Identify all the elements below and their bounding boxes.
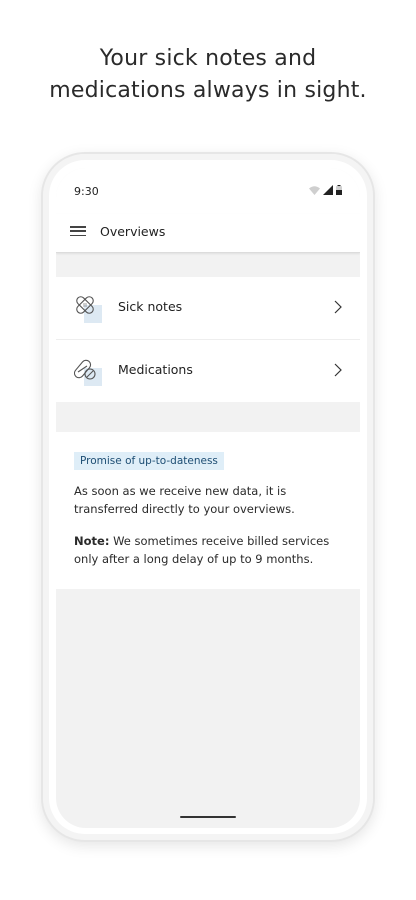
status-icons <box>309 185 342 195</box>
overview-list: Sick notes Medications <box>56 277 360 402</box>
signal-icon <box>323 185 333 195</box>
wifi-icon <box>309 186 320 195</box>
info-note: Note: We sometimes receive billed servic… <box>74 532 344 568</box>
list-item-label: Medications <box>118 362 193 377</box>
battery-icon <box>336 185 342 195</box>
app-bar: Overviews <box>56 214 360 253</box>
headline-line-2: medications always in sight. <box>49 78 367 103</box>
home-indicator <box>180 816 236 818</box>
promo-headline: Your sick notes and medications always i… <box>0 43 416 107</box>
info-card: Promise of up-to-dateness As soon as we … <box>56 432 360 589</box>
list-item-label: Sick notes <box>118 299 183 314</box>
hamburger-menu-icon[interactable] <box>70 224 86 238</box>
info-badge: Promise of up-to-dateness <box>74 452 224 470</box>
status-time: 9:30 <box>74 185 99 198</box>
headline-line-1: Your sick notes and <box>99 46 317 71</box>
info-note-label: Note: <box>74 534 110 548</box>
pill-icon <box>74 356 104 386</box>
list-item-sick-notes[interactable]: Sick notes <box>56 277 360 340</box>
page-title: Overviews <box>100 224 166 239</box>
info-text: As soon as we receive new data, it is tr… <box>74 484 295 516</box>
phone-screen: 9:30 Overviews Sick notes Medications Pr… <box>56 168 360 828</box>
chevron-right-icon <box>334 300 342 314</box>
chevron-right-icon <box>334 363 342 377</box>
status-bar: 9:30 <box>56 168 360 214</box>
list-item-medications[interactable]: Medications <box>56 340 360 402</box>
bandage-icon <box>74 293 104 323</box>
info-note-text: We sometimes receive billed services onl… <box>74 534 330 566</box>
